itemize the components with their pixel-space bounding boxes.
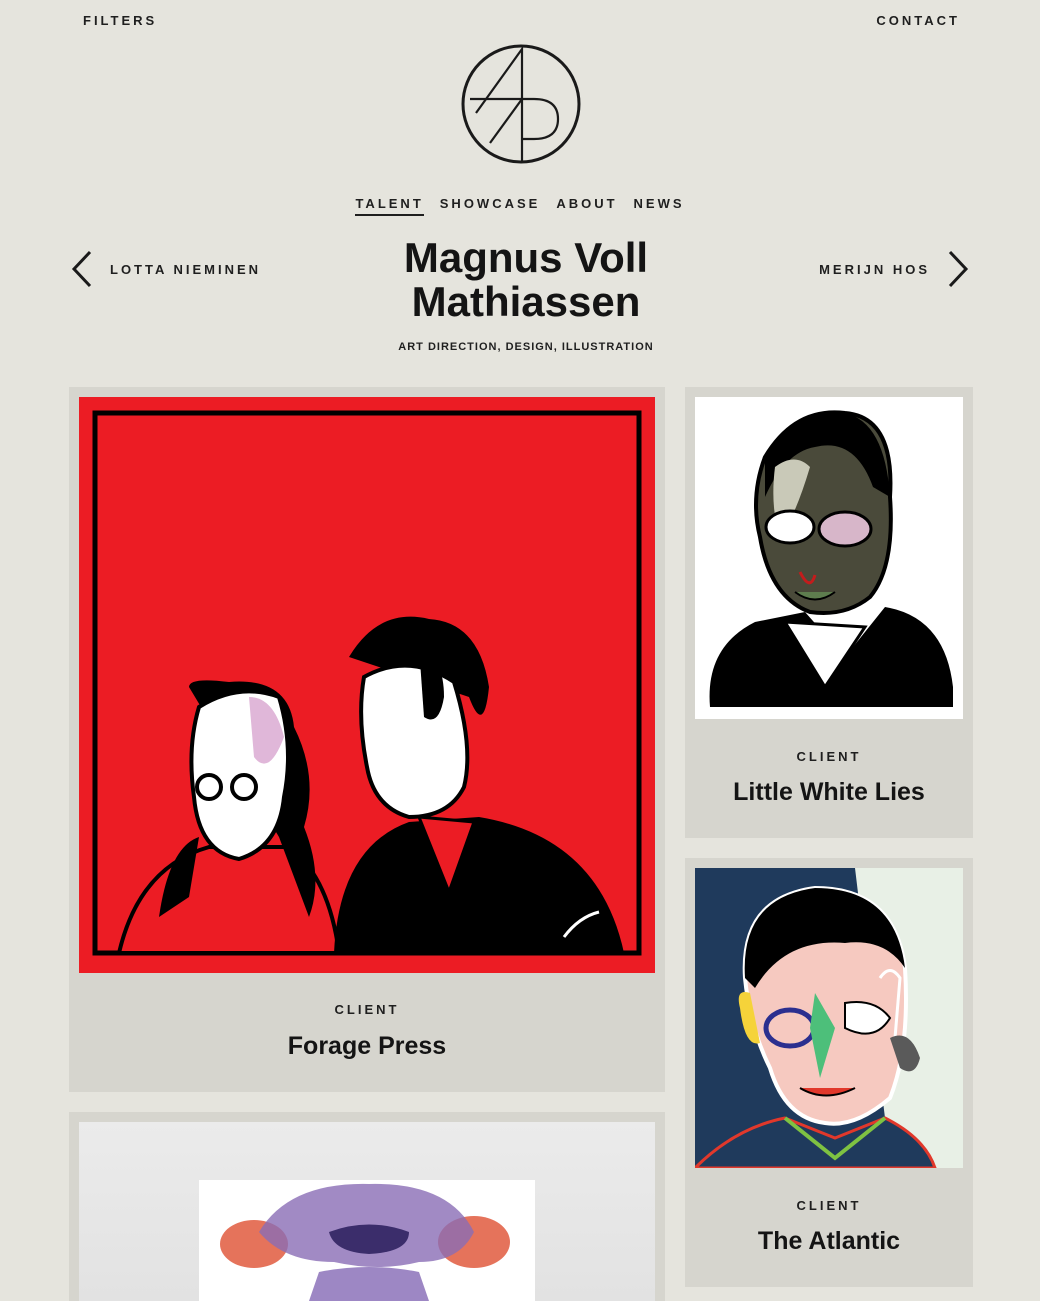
nav-about[interactable]: ABOUT: [556, 196, 617, 216]
client-name[interactable]: Forage Press: [69, 1032, 665, 1061]
project-artwork[interactable]: [695, 868, 963, 1168]
project-artwork[interactable]: [695, 397, 963, 719]
client-label: CLIENT: [796, 749, 862, 764]
nav-showcase[interactable]: SHOWCASE: [440, 196, 541, 216]
artwork-watercolor-figure: [199, 1180, 535, 1301]
project-card-the-atlantic[interactable]: CLIENT The Atlantic: [685, 858, 973, 1287]
artwork-man-with-glasses: [709, 410, 953, 707]
project-card-little-white-lies[interactable]: CLIENT Little White Lies: [685, 387, 973, 838]
artist-name: Magnus Voll Mathiassen: [0, 236, 1040, 324]
nav-news[interactable]: NEWS: [634, 196, 685, 216]
artwork-colorful-portrait: [695, 868, 963, 1168]
client-label: CLIENT: [796, 1198, 862, 1213]
ap-logo[interactable]: [460, 43, 582, 165]
artist-name-line2: Mathiassen: [411, 278, 641, 325]
artist-disciplines: ART DIRECTION, DESIGN, ILLUSTRATION: [398, 341, 654, 353]
main-nav: TALENT SHOWCASE ABOUT NEWS: [0, 196, 1040, 216]
project-card-watercolor[interactable]: [69, 1112, 665, 1301]
contact-link[interactable]: CONTACT: [876, 13, 960, 28]
artwork-couple-portrait: [92, 410, 642, 956]
nav-talent[interactable]: TALENT: [355, 196, 424, 216]
artist-name-line1: Magnus Voll: [403, 234, 649, 281]
project-card-forage-press[interactable]: CLIENT Forage Press: [69, 387, 665, 1092]
filters-link[interactable]: FILTERS: [83, 13, 157, 28]
project-artwork[interactable]: [79, 397, 655, 973]
project-artwork[interactable]: [79, 1122, 655, 1301]
client-name[interactable]: Little White Lies: [685, 778, 973, 807]
client-label: CLIENT: [334, 1002, 400, 1017]
client-name[interactable]: The Atlantic: [685, 1227, 973, 1256]
